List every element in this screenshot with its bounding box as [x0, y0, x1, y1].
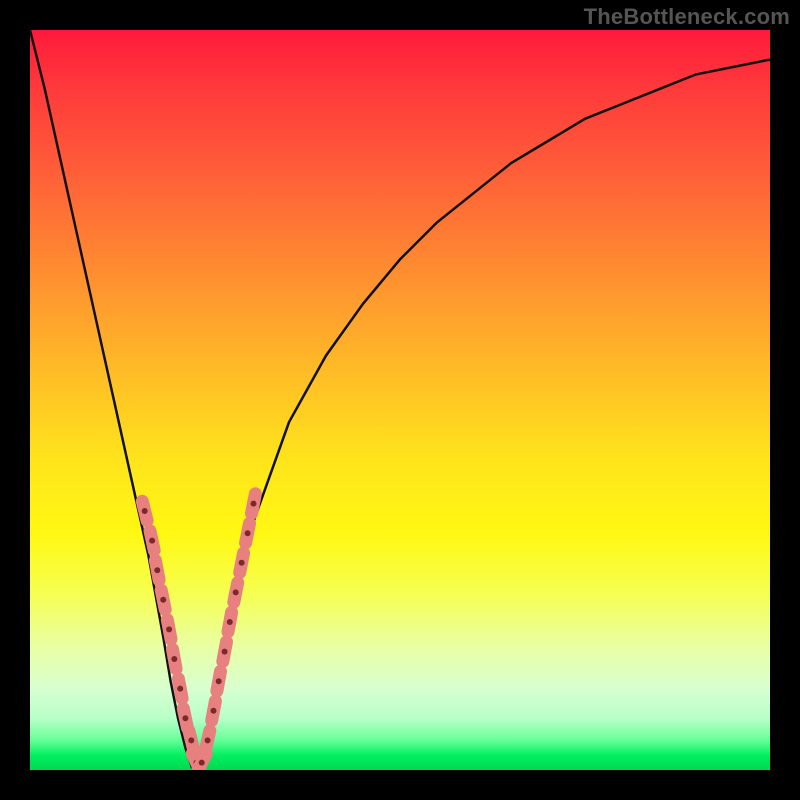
highlight-marker-joint [216, 678, 222, 684]
chart-frame: TheBottleneck.com [0, 0, 800, 800]
highlight-marker-joint [205, 737, 211, 743]
highlight-marker-joint [251, 501, 257, 507]
highlight-marker-joint [199, 760, 205, 766]
chart-svg [30, 30, 770, 770]
highlight-markers-group [142, 494, 257, 770]
highlight-marker-joint [160, 597, 166, 603]
highlight-marker-joint [211, 708, 217, 714]
highlight-marker-joint [166, 626, 172, 632]
highlight-marker-joint [142, 508, 148, 514]
highlight-marker-joint [177, 686, 183, 692]
plot-area [30, 30, 770, 770]
highlight-marker-joint [245, 530, 251, 536]
highlight-marker-joint [233, 589, 239, 595]
highlight-marker-joint [222, 649, 228, 655]
watermark-text: TheBottleneck.com [584, 4, 790, 30]
highlight-marker-joint [171, 656, 177, 662]
highlight-marker-joint [239, 560, 245, 566]
bottleneck-curve [30, 30, 770, 770]
highlight-marker-joint [154, 567, 160, 573]
highlight-marker-joint [188, 737, 194, 743]
highlight-marker-joint [149, 538, 155, 544]
highlight-marker-joint [227, 619, 233, 625]
highlight-marker-joint [182, 715, 188, 721]
